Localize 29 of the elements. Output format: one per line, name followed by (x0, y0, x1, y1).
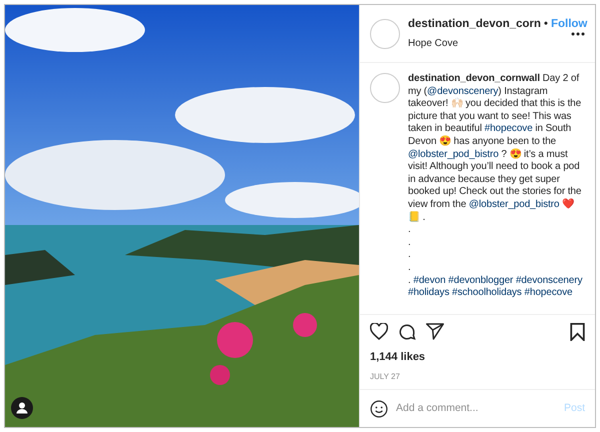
person-icon[interactable] (11, 397, 33, 419)
bookmark-icon[interactable] (570, 322, 585, 340)
hashtag-link[interactable]: #devonscenery (516, 274, 582, 286)
hashtag-link[interactable]: #holidays (408, 287, 450, 298)
more-options-icon[interactable] (571, 32, 585, 36)
mention-link[interactable]: @lobster_pod_bistro (408, 148, 499, 160)
dot-line: . (408, 236, 412, 250)
hashtag-link[interactable]: #hopecove (524, 287, 572, 298)
dot-line: . (408, 249, 412, 262)
caption-text: destination_devon_cornwall Day 2 of my (@devonscenery) Instagram takeover! 🙌🏻 you decided that this is the picture that you want to see! This was taken in beautiful #hopecove in South Devon 😍 has anyone been to the @lobster_pod_bistro ? 😍 it’s a must visit! Although you’ll need to book a pod in advance because they get super booked up! Check out the stories for the view from the @lobster_pod_bistro ❤ 📒 . (408, 73, 582, 224)
post-date: JULY 27 (370, 371, 401, 383)
comment-icon[interactable] (398, 322, 416, 340)
heart-icon[interactable] (370, 323, 388, 340)
hashtag-link[interactable]: #devon (413, 274, 446, 286)
location-link[interactable]: Hope Cove (408, 36, 563, 51)
separator: • (544, 17, 548, 32)
mention-link[interactable]: @lobster_pod_bistro (468, 198, 560, 210)
hashtag-link[interactable]: #devonblogger (448, 274, 514, 286)
smiley-icon[interactable] (370, 400, 388, 418)
mention-link[interactable]: #hopecove (484, 123, 533, 134)
likes-count[interactable]: 1,144 likes (370, 348, 585, 365)
hashtags: . #devon #devonblogger #devonscenery #holidays #schoolholidays #hopecove (408, 274, 584, 300)
hashtag-link[interactable]: #schoolholidays (452, 287, 522, 298)
username-link[interactable]: destination_devon_corn (408, 16, 541, 34)
dot-line: . (408, 262, 412, 274)
dot-line: . (408, 224, 412, 237)
comment-field[interactable]: Add a comment... (396, 400, 556, 416)
mention-link[interactable]: @devonscenery (427, 86, 498, 97)
send-icon[interactable] (426, 323, 444, 340)
